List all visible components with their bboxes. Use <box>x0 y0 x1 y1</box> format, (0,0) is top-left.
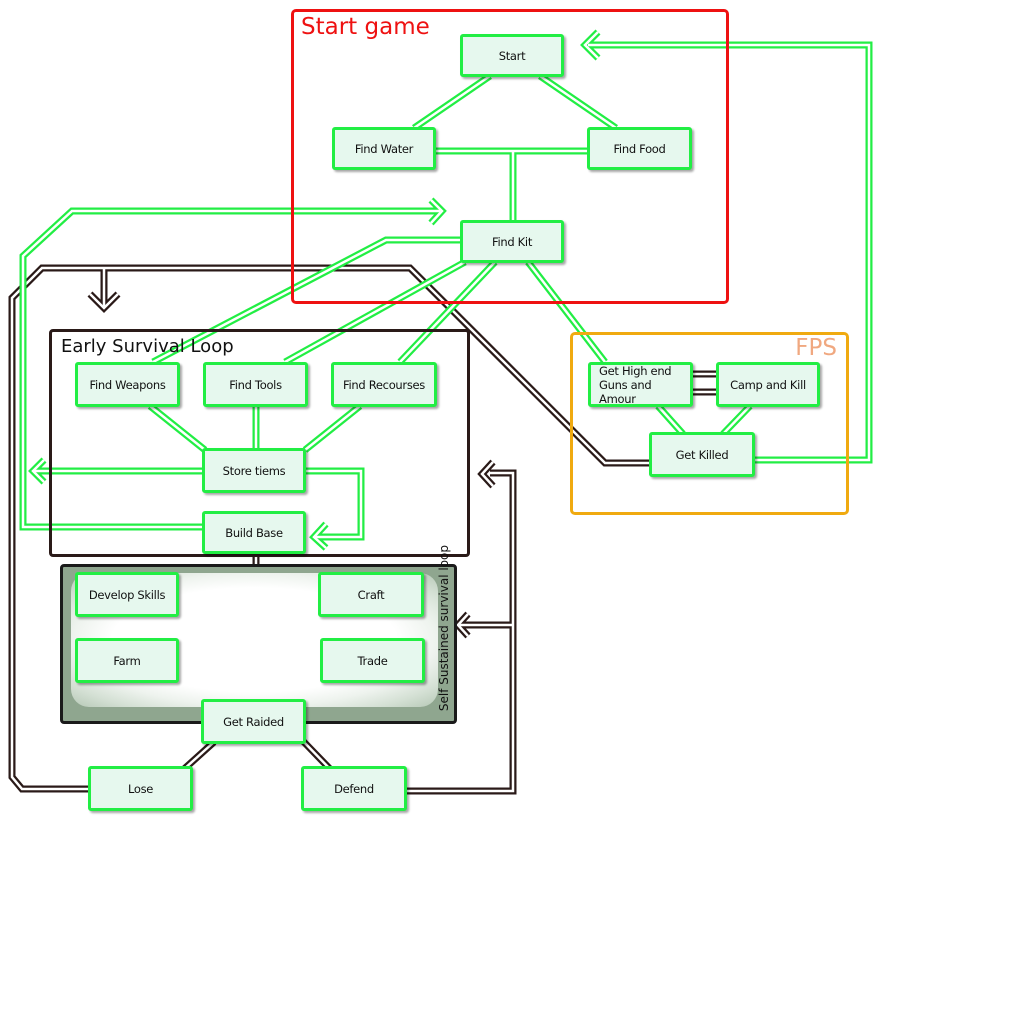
node-label: Store tiems <box>222 463 286 478</box>
node-label: Find Kit <box>491 234 533 249</box>
group-title-self-sustained-loop: Self Sustained survival loop <box>437 544 451 711</box>
node-label: Defend <box>334 781 374 796</box>
node-label: Find Food <box>613 141 666 156</box>
node-label: Farm <box>113 653 141 668</box>
node-label: Lose <box>127 781 154 796</box>
node-start[interactable]: Start <box>460 34 564 77</box>
node-label: Find Water <box>354 141 414 156</box>
node-find-weapons[interactable]: Find Weapons <box>75 362 180 407</box>
node-label: Get High end Guns and Amour <box>599 363 672 406</box>
node-label: Trade <box>357 653 388 668</box>
group-title-start-game: Start game <box>301 14 430 40</box>
node-label: Build Base <box>225 525 283 540</box>
group-fps: FPS <box>570 332 849 515</box>
node-label: Get Raided <box>223 714 284 729</box>
node-find-tools[interactable]: Find Tools <box>203 362 308 407</box>
node-craft[interactable]: Craft <box>318 572 424 617</box>
node-get-high-end-guns[interactable]: Get High end Guns and Amour <box>588 362 693 407</box>
group-title-early-survival-loop: Early Survival Loop <box>61 336 234 357</box>
node-label: Find Recourses <box>343 377 425 392</box>
node-camp-and-kill[interactable]: Camp and Kill <box>716 362 820 407</box>
node-label: Find Tools <box>229 377 282 392</box>
node-find-water[interactable]: Find Water <box>332 127 436 170</box>
node-get-killed[interactable]: Get Killed <box>649 432 755 477</box>
node-lose[interactable]: Lose <box>88 766 193 811</box>
node-label: Find Weapons <box>89 377 166 392</box>
group-title-fps: FPS <box>795 335 837 361</box>
node-build-base[interactable]: Build Base <box>202 511 306 554</box>
node-defend[interactable]: Defend <box>301 766 407 811</box>
node-label: Start <box>498 48 526 63</box>
node-store-items[interactable]: Store tiems <box>202 448 306 493</box>
node-find-recourses[interactable]: Find Recourses <box>331 362 437 407</box>
node-develop-skills[interactable]: Develop Skills <box>75 572 179 617</box>
node-get-raided[interactable]: Get Raided <box>201 699 306 744</box>
node-label: Get Killed <box>675 447 729 462</box>
node-label: Develop Skills <box>88 587 166 602</box>
node-find-food[interactable]: Find Food <box>587 127 692 170</box>
node-trade[interactable]: Trade <box>320 638 425 683</box>
node-label: Craft <box>357 587 385 602</box>
node-find-kit[interactable]: Find Kit <box>460 220 564 263</box>
node-farm[interactable]: Farm <box>75 638 179 683</box>
node-label: Camp and Kill <box>730 377 806 392</box>
